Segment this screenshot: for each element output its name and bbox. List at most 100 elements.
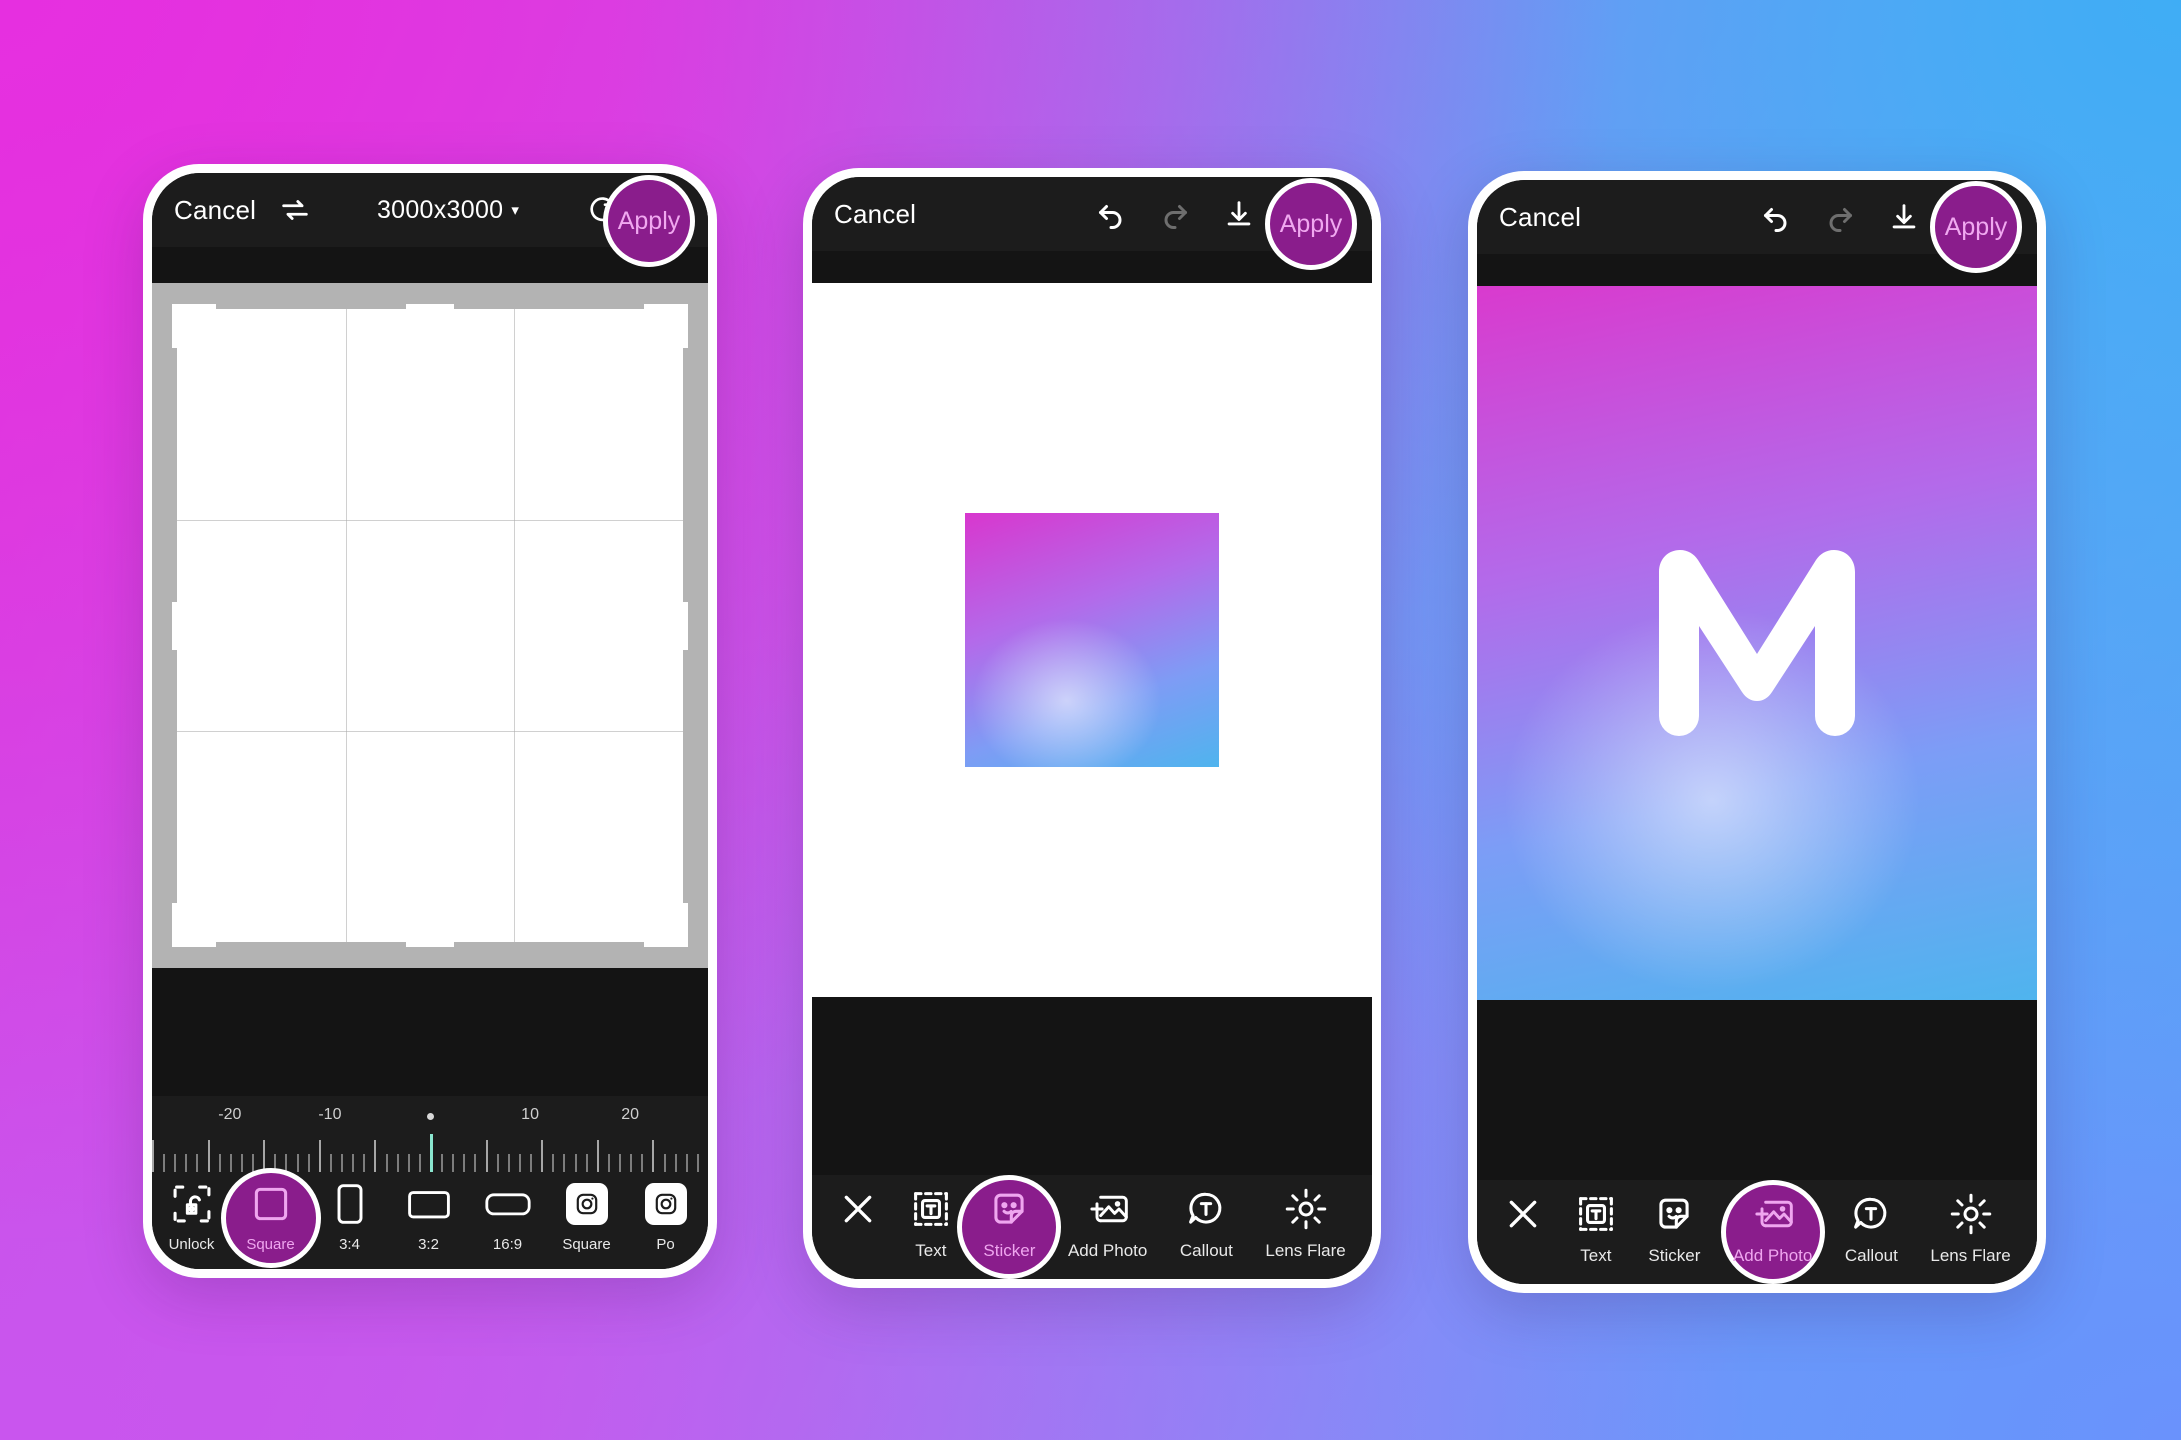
cancel-button[interactable]: Cancel	[174, 195, 256, 226]
tool-sticker[interactable]: Sticker	[957, 1175, 1062, 1279]
sticker-tool-toolbar[interactable]: Text Sticker Add Photo Callout Lens Flar…	[812, 1175, 1372, 1279]
lens-flare-icon	[1285, 1185, 1327, 1233]
apply-button[interactable]: Apply	[1265, 178, 1357, 270]
crop-handle-top-right[interactable]	[679, 304, 688, 348]
tool-callout[interactable]: Callout	[1845, 1190, 1898, 1266]
tool-unlock[interactable]: Unlock	[152, 1180, 231, 1253]
tool-label: Text	[1580, 1246, 1612, 1265]
undo-icon[interactable]	[1092, 195, 1130, 233]
ruler-tick	[518, 1154, 521, 1172]
ruler-tick	[307, 1154, 310, 1172]
ruler-tick	[507, 1154, 510, 1172]
tool-add-photo[interactable]: Add Photo	[1068, 1185, 1147, 1261]
crop-box[interactable]	[172, 304, 688, 947]
tool-callout[interactable]: Callout	[1180, 1185, 1233, 1261]
canvas-size-selector[interactable]: 3000x3000 ▾	[377, 196, 519, 225]
crop-ratio-toolbar[interactable]: Unlock Square 3:4 3:2 16:9 Square Po	[152, 1168, 708, 1269]
unlock-crop-icon	[172, 1180, 212, 1228]
tool-close-x[interactable]	[1503, 1190, 1543, 1266]
tool-add-photo[interactable]: Add Photo	[1720, 1180, 1825, 1284]
crop-grid-line	[177, 519, 683, 521]
cancel-button[interactable]: Cancel	[1499, 202, 1581, 233]
undo-icon[interactable]	[1757, 198, 1795, 236]
flip-swap-icon[interactable]	[276, 191, 314, 229]
tool-label: Callout	[1844, 1246, 1898, 1265]
tool-square[interactable]: Square	[547, 1180, 626, 1253]
apply-button[interactable]: Apply	[1930, 181, 2022, 273]
cancel-button[interactable]: Cancel	[834, 199, 916, 230]
ruler-tick	[296, 1154, 299, 1172]
text-box-icon	[911, 1185, 951, 1233]
tool-16-9[interactable]: 16:9	[468, 1180, 547, 1253]
crop-stage[interactable]	[152, 283, 708, 968]
ruler-tick	[463, 1154, 466, 1172]
tool-lens-flare[interactable]: Lens Flare	[1265, 1185, 1346, 1261]
tool-label: 3:2	[418, 1236, 439, 1253]
square-ratio-icon	[251, 1180, 291, 1228]
tool-sticker[interactable]: Sticker	[1648, 1190, 1700, 1266]
screen-crop: Cancel 3000x3000 ▾ -20 -10 10 20 Unlock …	[152, 173, 708, 1269]
tool-3-4[interactable]: 3:4	[310, 1180, 389, 1253]
addphoto-canvas[interactable]	[1477, 286, 2037, 1000]
tool-label: 3:4	[339, 1236, 360, 1253]
ruler-tick	[152, 1140, 154, 1172]
redo-icon[interactable]	[1821, 198, 1859, 236]
screen-sticker: Cancel Text Sticker Add Photo Callout Le…	[812, 177, 1372, 1279]
tool-lens-flare[interactable]: Lens Flare	[1930, 1190, 2011, 1266]
ruler-center-dot	[426, 1113, 434, 1120]
rotation-ruler[interactable]: -20 -10 10 20	[152, 1096, 708, 1176]
ruler-tick	[163, 1154, 166, 1172]
tool-label: Square	[246, 1236, 295, 1253]
ruler-tick	[452, 1154, 455, 1172]
ratio-16-9-icon	[484, 1180, 532, 1228]
gradient-square-image[interactable]	[965, 513, 1219, 767]
ruler-tick	[596, 1140, 599, 1172]
ruler-label: 20	[621, 1106, 640, 1123]
sticker-canvas[interactable]	[812, 283, 1372, 997]
tool-label: Callout	[1179, 1241, 1233, 1260]
crop-grid-line	[345, 309, 347, 942]
tool-label: Square	[562, 1236, 611, 1253]
tool-po[interactable]: Po	[626, 1180, 705, 1253]
crop-handle-left[interactable]	[172, 601, 181, 650]
download-icon[interactable]	[1885, 198, 1923, 236]
crop-handle-bottom-right[interactable]	[679, 903, 688, 947]
tool-label: Sticker	[1648, 1246, 1701, 1265]
ruler-tick	[552, 1154, 555, 1172]
instagram-square-icon	[565, 1180, 608, 1228]
crop-handle-bottom-left[interactable]	[172, 903, 181, 947]
ruler-label: -10	[318, 1106, 342, 1123]
ruler-tick	[441, 1154, 444, 1172]
m-logo-icon	[1659, 550, 1855, 736]
tool-text[interactable]: Text	[911, 1185, 951, 1261]
ruler-tick	[674, 1154, 677, 1172]
tool-label: Po	[656, 1236, 675, 1253]
redo-icon[interactable]	[1156, 195, 1194, 233]
ruler-tick	[496, 1154, 499, 1172]
ruler-tick	[407, 1154, 410, 1172]
ruler-ticks[interactable]	[152, 1134, 708, 1172]
ruler-tick	[374, 1140, 377, 1172]
ruler-tick	[685, 1154, 688, 1172]
tool-text[interactable]: Text	[1576, 1190, 1616, 1266]
ruler-label: 10	[521, 1106, 539, 1123]
crop-handle-bottom[interactable]	[406, 938, 454, 947]
apply-button[interactable]: Apply	[603, 175, 695, 267]
download-icon[interactable]	[1220, 195, 1258, 233]
tool-label: Text	[915, 1241, 947, 1260]
callout-icon	[1851, 1190, 1891, 1238]
crop-handle-top-left[interactable]	[172, 304, 181, 348]
tool-3-2[interactable]: 3:2	[389, 1180, 468, 1253]
tool-label	[856, 1241, 861, 1261]
ruler-tick	[252, 1154, 255, 1172]
tool-label: 16:9	[492, 1236, 523, 1253]
ratio-3-2-icon	[406, 1180, 452, 1228]
crop-handle-right[interactable]	[679, 601, 688, 650]
ruler-tick	[352, 1154, 355, 1172]
tool-close-x[interactable]	[838, 1185, 878, 1261]
ruler-tick	[329, 1154, 332, 1172]
addphoto-tool-toolbar[interactable]: Text Sticker Add Photo Callout Lens Flar…	[1477, 1180, 2037, 1284]
tool-square[interactable]: Square	[220, 1168, 321, 1268]
crop-handle-top[interactable]	[406, 304, 454, 313]
ruler-tick	[619, 1154, 622, 1172]
